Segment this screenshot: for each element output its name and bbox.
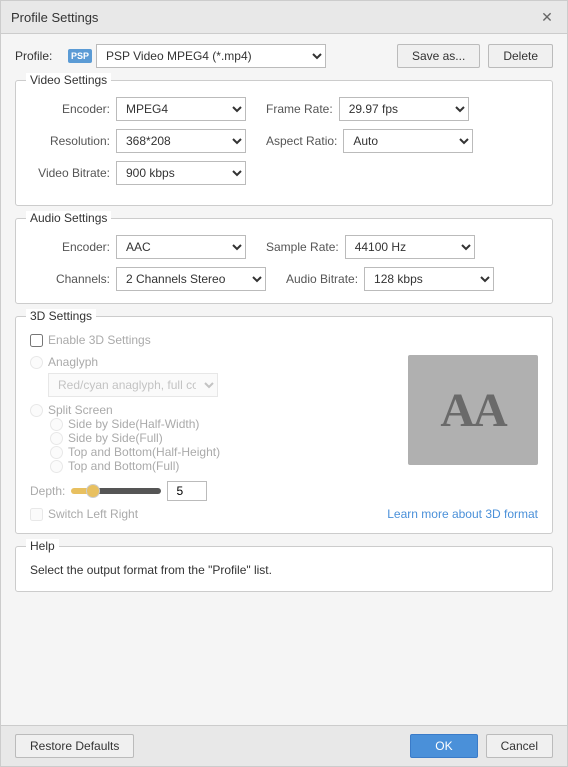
title-bar: Profile Settings ✕ xyxy=(1,1,567,34)
ok-button[interactable]: OK xyxy=(410,734,477,758)
video-bitrate-label: Video Bitrate: xyxy=(30,166,110,180)
sample-rate-dropdown[interactable]: 44100 Hz 48000 Hz xyxy=(345,235,475,259)
side-by-side-half-row: Side by Side(Half-Width) xyxy=(30,417,398,431)
3d-preview: AA xyxy=(408,355,538,465)
profile-row: Profile: PSP PSP Video MPEG4 (*.mp4) PSP… xyxy=(15,44,553,68)
resolution-label: Resolution: xyxy=(30,134,110,148)
anaglyph-radio[interactable] xyxy=(30,356,43,369)
3d-settings-section: 3D Settings Enable 3D Settings Anaglyph xyxy=(15,316,553,534)
channels-label: Channels: xyxy=(30,272,110,286)
encoder-framerate-row: Encoder: MPEG4 H.264 Frame Rate: 29.97 f… xyxy=(30,97,538,121)
switch-learn-row: Switch Left Right Learn more about 3D fo… xyxy=(30,507,538,521)
help-title: Help xyxy=(26,539,59,553)
audio-bitrate-group: Audio Bitrate: 128 kbps 192 kbps xyxy=(286,267,494,291)
3d-left-panel: Anaglyph Red/cyan anaglyph, full color S… xyxy=(30,355,398,473)
channels-audiobitrate-row: Channels: 2 Channels Stereo 1 Channel Mo… xyxy=(30,267,538,291)
frame-rate-label: Frame Rate: xyxy=(266,102,333,116)
video-settings-section: Video Settings Encoder: MPEG4 H.264 Fram… xyxy=(15,80,553,206)
profile-select-wrapper: PSP PSP Video MPEG4 (*.mp4) PSP Video H.… xyxy=(68,44,389,68)
aspect-ratio-dropdown[interactable]: Auto 4:3 16:9 xyxy=(343,129,473,153)
restore-defaults-button[interactable]: Restore Defaults xyxy=(15,734,134,758)
profile-label: Profile: xyxy=(15,49,60,63)
video-bitrate-row: Video Bitrate: 900 kbps 1500 kbps xyxy=(30,161,538,185)
aspect-ratio-label: Aspect Ratio: xyxy=(266,134,337,148)
side-by-side-full-label: Side by Side(Full) xyxy=(68,431,163,445)
audio-encoder-label: Encoder: xyxy=(30,240,110,254)
footer: Restore Defaults OK Cancel xyxy=(1,725,567,766)
dialog: Profile Settings ✕ Profile: PSP PSP Vide… xyxy=(0,0,568,767)
audio-encoder-samplerate-row: Encoder: AAC MP3 Sample Rate: 44100 Hz 4… xyxy=(30,235,538,259)
resolution-dropdown[interactable]: 368*208 480*272 xyxy=(116,129,246,153)
audio-settings-section: Audio Settings Encoder: AAC MP3 Sample R… xyxy=(15,218,553,304)
framerate-group: Frame Rate: 29.97 fps 25 fps 30 fps xyxy=(266,97,469,121)
depth-slider-track[interactable] xyxy=(71,488,161,494)
depth-row: Depth: xyxy=(30,481,538,501)
audio-bitrate-dropdown[interactable]: 128 kbps 192 kbps xyxy=(364,267,494,291)
dialog-content: Profile: PSP PSP Video MPEG4 (*.mp4) PSP… xyxy=(1,34,567,725)
anaglyph-dropdown[interactable]: Red/cyan anaglyph, full color xyxy=(48,373,218,397)
top-bottom-half-label: Top and Bottom(Half-Height) xyxy=(68,445,220,459)
sample-rate-group: Sample Rate: 44100 Hz 48000 Hz xyxy=(266,235,475,259)
split-screen-label: Split Screen xyxy=(48,403,113,417)
audio-bitrate-label: Audio Bitrate: xyxy=(286,272,358,286)
top-bottom-full-label: Top and Bottom(Full) xyxy=(68,459,179,473)
video-settings-content: Encoder: MPEG4 H.264 Frame Rate: 29.97 f… xyxy=(30,91,538,185)
switch-wrapper: Switch Left Right xyxy=(30,507,138,521)
side-by-side-full-row: Side by Side(Full) xyxy=(30,431,398,445)
depth-label: Depth: xyxy=(30,484,65,498)
enable-3d-checkbox[interactable] xyxy=(30,334,43,347)
depth-input[interactable] xyxy=(167,481,207,501)
side-by-side-half-label: Side by Side(Half-Width) xyxy=(68,417,199,431)
depth-slider-thumb[interactable] xyxy=(86,484,100,498)
audio-settings-title: Audio Settings xyxy=(26,211,111,225)
save-as-button[interactable]: Save as... xyxy=(397,44,480,68)
side-by-side-full-radio[interactable] xyxy=(50,432,63,445)
help-text: Select the output format from the "Profi… xyxy=(30,557,538,577)
anaglyph-label: Anaglyph xyxy=(48,355,98,369)
encoder-label: Encoder: xyxy=(30,102,110,116)
3d-settings-content: Enable 3D Settings Anaglyph Red/cyan ana… xyxy=(30,327,538,521)
learn-more-link[interactable]: Learn more about 3D format xyxy=(387,507,538,521)
switch-left-right-checkbox[interactable] xyxy=(30,508,43,521)
enable-3d-label[interactable]: Enable 3D Settings xyxy=(48,333,151,347)
anaglyph-select-row: Red/cyan anaglyph, full color xyxy=(48,373,398,397)
top-bottom-half-row: Top and Bottom(Half-Height) xyxy=(30,445,398,459)
channels-dropdown[interactable]: 2 Channels Stereo 1 Channel Mono xyxy=(116,267,266,291)
close-button[interactable]: ✕ xyxy=(537,7,557,27)
enable-3d-row: Enable 3D Settings xyxy=(30,333,538,347)
3d-settings-title: 3D Settings xyxy=(26,309,96,323)
aspect-ratio-group: Aspect Ratio: Auto 4:3 16:9 xyxy=(266,129,473,153)
top-bottom-full-row: Top and Bottom(Full) xyxy=(30,459,398,473)
channels-group: Channels: 2 Channels Stereo 1 Channel Mo… xyxy=(30,267,266,291)
audio-encoder-group: Encoder: AAC MP3 xyxy=(30,235,246,259)
switch-left-right-label: Switch Left Right xyxy=(48,507,138,521)
cancel-button[interactable]: Cancel xyxy=(486,734,553,758)
video-bitrate-dropdown[interactable]: 900 kbps 1500 kbps xyxy=(116,161,246,185)
audio-settings-content: Encoder: AAC MP3 Sample Rate: 44100 Hz 4… xyxy=(30,229,538,291)
delete-button[interactable]: Delete xyxy=(488,44,553,68)
depth-slider-wrapper xyxy=(71,488,161,494)
encoder-dropdown[interactable]: MPEG4 H.264 xyxy=(116,97,246,121)
3d-main-content: Anaglyph Red/cyan anaglyph, full color S… xyxy=(30,355,538,473)
3d-preview-text: AA xyxy=(440,383,505,438)
audio-encoder-dropdown[interactable]: AAC MP3 xyxy=(116,235,246,259)
side-by-side-half-radio[interactable] xyxy=(50,418,63,431)
split-screen-row: Split Screen xyxy=(30,403,398,417)
split-screen-radio[interactable] xyxy=(30,404,43,417)
sample-rate-label: Sample Rate: xyxy=(266,240,339,254)
profile-dropdown[interactable]: PSP Video MPEG4 (*.mp4) PSP Video H.264 … xyxy=(96,44,326,68)
top-bottom-half-radio[interactable] xyxy=(50,446,63,459)
resolution-group: Resolution: 368*208 480*272 xyxy=(30,129,246,153)
top-bottom-full-radio[interactable] xyxy=(50,460,63,473)
resolution-aspectratio-row: Resolution: 368*208 480*272 Aspect Ratio… xyxy=(30,129,538,153)
help-section: Help Select the output format from the "… xyxy=(15,546,553,592)
encoder-group: Encoder: MPEG4 H.264 xyxy=(30,97,246,121)
dialog-title: Profile Settings xyxy=(11,10,98,25)
psp-icon: PSP xyxy=(68,49,92,63)
anaglyph-row: Anaglyph xyxy=(30,355,398,369)
frame-rate-dropdown[interactable]: 29.97 fps 25 fps 30 fps xyxy=(339,97,469,121)
video-settings-title: Video Settings xyxy=(26,73,111,87)
footer-right: OK Cancel xyxy=(410,734,553,758)
